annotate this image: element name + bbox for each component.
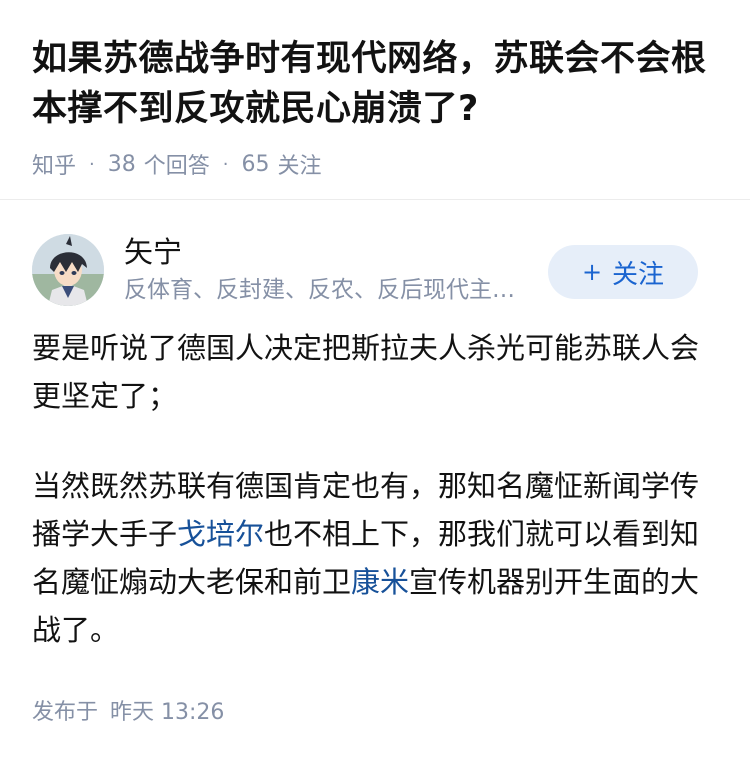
question-header: 如果苏德战争时有现代网络，苏联会不会根本撑不到反攻就民心崩溃了? 知乎 · 38… xyxy=(0,0,750,200)
answer-count-label[interactable]: 个回答 xyxy=(144,148,210,180)
author-name[interactable]: 矢宁 xyxy=(124,234,534,270)
follow-count-label: 关注 xyxy=(277,154,322,179)
link-kangmi[interactable]: 康米 xyxy=(351,565,409,599)
published-time: 昨天 13:26 xyxy=(110,700,225,725)
avatar[interactable] xyxy=(32,234,104,306)
follow-button[interactable]: + 关注 xyxy=(548,245,698,299)
answer-paragraph: 要是听说了德国人决定把斯拉夫人杀光可能苏联人会更坚定了； xyxy=(32,331,700,413)
answer-count: 38 xyxy=(107,151,136,177)
question-meta: 知乎 · 38 个回答 · 65 关注 xyxy=(32,148,718,180)
answer-paragraph: 当然既然苏联有德国肯定也有，那知名魔怔新闻学传播学大手子戈培尔也不相上下，那我们… xyxy=(32,462,718,654)
meta-separator: · xyxy=(222,153,229,175)
question-title[interactable]: 如果苏德战争时有现代网络，苏联会不会根本撑不到反攻就民心崩溃了? xyxy=(32,34,718,134)
follow-count: 65 xyxy=(241,151,270,177)
author-bio: 反体育、反封建、反农、反后现代主义、反资本主义 xyxy=(124,277,534,303)
plus-icon: + xyxy=(581,258,603,286)
author-info: 矢宁 反体育、反封建、反农、反后现代主义、反资本主义 xyxy=(124,234,534,306)
link-goebbels[interactable]: 戈培尔 xyxy=(177,517,264,551)
anime-avatar-icon xyxy=(32,234,104,306)
answer-content: 要是听说了德国人决定把斯拉夫人杀光可能苏联人会更坚定了； 当然既然苏联有德国肯定… xyxy=(0,316,750,654)
follow-button-label: 关注 xyxy=(612,259,665,290)
source-label[interactable]: 知乎 xyxy=(32,148,76,180)
answer-footer: 发布于 昨天 13:26 xyxy=(0,694,750,726)
meta-separator: · xyxy=(89,153,95,175)
published-label: 发布于 xyxy=(32,700,99,725)
